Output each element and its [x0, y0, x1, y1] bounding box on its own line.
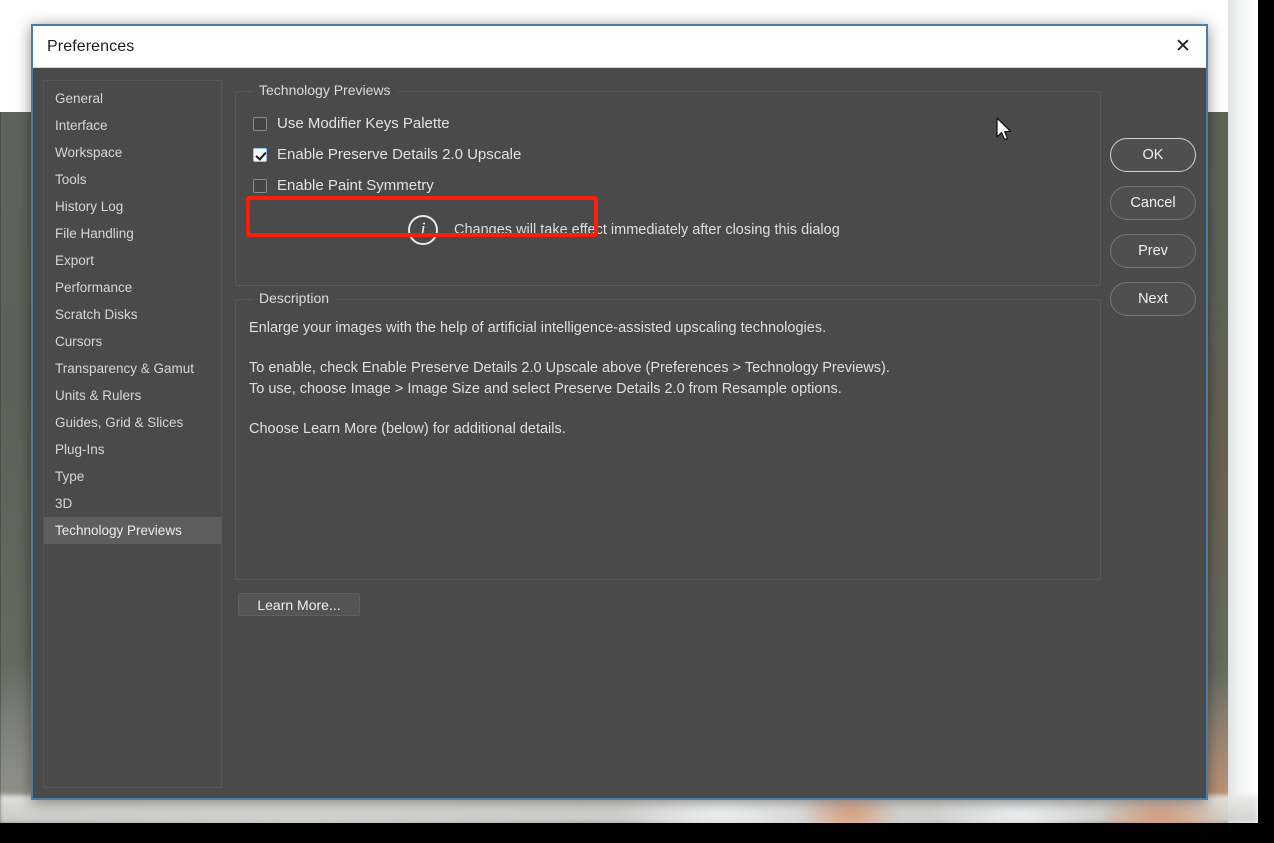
preferences-dialog: Preferences ✕ General Interface Workspac…	[31, 24, 1208, 800]
sidebar-item-cursors[interactable]: Cursors	[44, 328, 221, 355]
sidebar-item-label: Workspace	[55, 145, 123, 160]
technology-previews-group: Technology Previews Use Modifier Keys Pa…	[235, 82, 1101, 286]
sidebar-item-label: History Log	[55, 199, 124, 214]
checkbox-label: Enable Paint Symmetry	[277, 177, 434, 194]
sidebar-item-export[interactable]: Export	[44, 247, 221, 274]
sidebar-item-label: Units & Rulers	[55, 388, 142, 403]
technology-previews-legend: Technology Previews	[252, 82, 398, 98]
description-paragraph: Enlarge your images with the help of art…	[249, 318, 1086, 339]
screen-frame-bottom	[0, 823, 1274, 843]
checkbox-box[interactable]	[253, 178, 267, 193]
sidebar-item-label: Technology Previews	[55, 523, 182, 538]
page-title: Preferences	[47, 37, 135, 55]
sidebar-item-units-rulers[interactable]: Units & Rulers	[44, 382, 221, 409]
prev-button[interactable]: Prev	[1110, 234, 1196, 268]
description-body: Enlarge your images with the help of art…	[236, 318, 1100, 440]
sidebar-item-scratch-disks[interactable]: Scratch Disks	[44, 301, 221, 328]
sidebar-item-label: Type	[55, 469, 85, 484]
info-icon: i	[408, 215, 438, 245]
sidebar-item-label: 3D	[55, 496, 73, 511]
sidebar-item-label: Performance	[55, 280, 133, 295]
description-paragraph: Choose Learn More (below) for additional…	[249, 419, 1086, 440]
description-line: To enable, check Enable Preserve Details…	[249, 360, 890, 376]
sidebar-item-label: General	[55, 91, 104, 106]
sidebar-item-tools[interactable]: Tools	[44, 166, 221, 193]
description-legend: Description	[252, 290, 337, 306]
checkbox-box[interactable]	[253, 116, 267, 131]
preferences-content: Technology Previews Use Modifier Keys Pa…	[235, 80, 1196, 788]
checkbox-use-modifier-keys-palette[interactable]: Use Modifier Keys Palette	[236, 108, 1100, 139]
sidebar-item-label: Tools	[55, 172, 87, 187]
sidebar-item-type[interactable]: Type	[44, 463, 221, 490]
learn-more-button[interactable]: Learn More...	[238, 593, 360, 616]
sidebar-item-label: Scratch Disks	[55, 307, 138, 322]
sidebar-item-guides-grid-slices[interactable]: Guides, Grid & Slices	[44, 409, 221, 436]
sidebar-item-label: Interface	[55, 118, 108, 133]
sidebar-item-technology-previews[interactable]: Technology Previews	[44, 517, 221, 544]
description-line: Enlarge your images with the help of art…	[249, 320, 827, 336]
screen: Preferences ✕ General Interface Workspac…	[0, 0, 1274, 843]
dialog-action-buttons: OK Cancel Prev Next	[1110, 138, 1196, 316]
sidebar-item-workspace[interactable]: Workspace	[44, 139, 221, 166]
dialog-titlebar: Preferences ✕	[33, 26, 1206, 68]
info-message-text: Changes will take effect immediately aft…	[454, 222, 840, 238]
close-icon[interactable]: ✕	[1160, 26, 1206, 67]
screen-frame-right	[1258, 0, 1274, 843]
background-white-right	[1228, 0, 1258, 843]
next-button[interactable]: Next	[1110, 282, 1196, 316]
checkbox-box-checked[interactable]	[253, 147, 267, 162]
sidebar-item-3d[interactable]: 3D	[44, 490, 221, 517]
sidebar-item-label: Transparency & Gamut	[55, 361, 195, 376]
sidebar-item-general[interactable]: General	[44, 85, 221, 112]
sidebar-item-interface[interactable]: Interface	[44, 112, 221, 139]
sidebar-item-plug-ins[interactable]: Plug-Ins	[44, 436, 221, 463]
description-paragraph: To enable, check Enable Preserve Details…	[249, 358, 1086, 400]
checkbox-label: Use Modifier Keys Palette	[277, 115, 450, 132]
ok-button[interactable]: OK	[1110, 138, 1196, 172]
sidebar-item-history-log[interactable]: History Log	[44, 193, 221, 220]
info-message-row: i Changes will take effect immediately a…	[236, 215, 1100, 245]
cancel-button[interactable]: Cancel	[1110, 186, 1196, 220]
description-line: Choose Learn More (below) for additional…	[249, 421, 566, 437]
checkbox-label: Enable Preserve Details 2.0 Upscale	[277, 146, 522, 163]
sidebar-item-label: File Handling	[55, 226, 134, 241]
sidebar-item-label: Guides, Grid & Slices	[55, 415, 184, 430]
description-group: Description Enlarge your images with the…	[235, 290, 1101, 580]
checkbox-enable-preserve-details-2-0-upscale[interactable]: Enable Preserve Details 2.0 Upscale	[236, 139, 1100, 170]
sidebar-item-label: Plug-Ins	[55, 442, 105, 457]
description-line: To use, choose Image > Image Size and se…	[249, 381, 842, 397]
sidebar-item-file-handling[interactable]: File Handling	[44, 220, 221, 247]
sidebar-item-label: Cursors	[55, 334, 103, 349]
checkbox-enable-paint-symmetry[interactable]: Enable Paint Symmetry	[236, 170, 1100, 201]
dialog-body: General Interface Workspace Tools Histor…	[33, 68, 1206, 798]
sidebar-item-label: Export	[55, 253, 95, 268]
sidebar-item-transparency-gamut[interactable]: Transparency & Gamut	[44, 355, 221, 382]
preferences-category-list[interactable]: General Interface Workspace Tools Histor…	[43, 80, 222, 788]
sidebar-item-performance[interactable]: Performance	[44, 274, 221, 301]
